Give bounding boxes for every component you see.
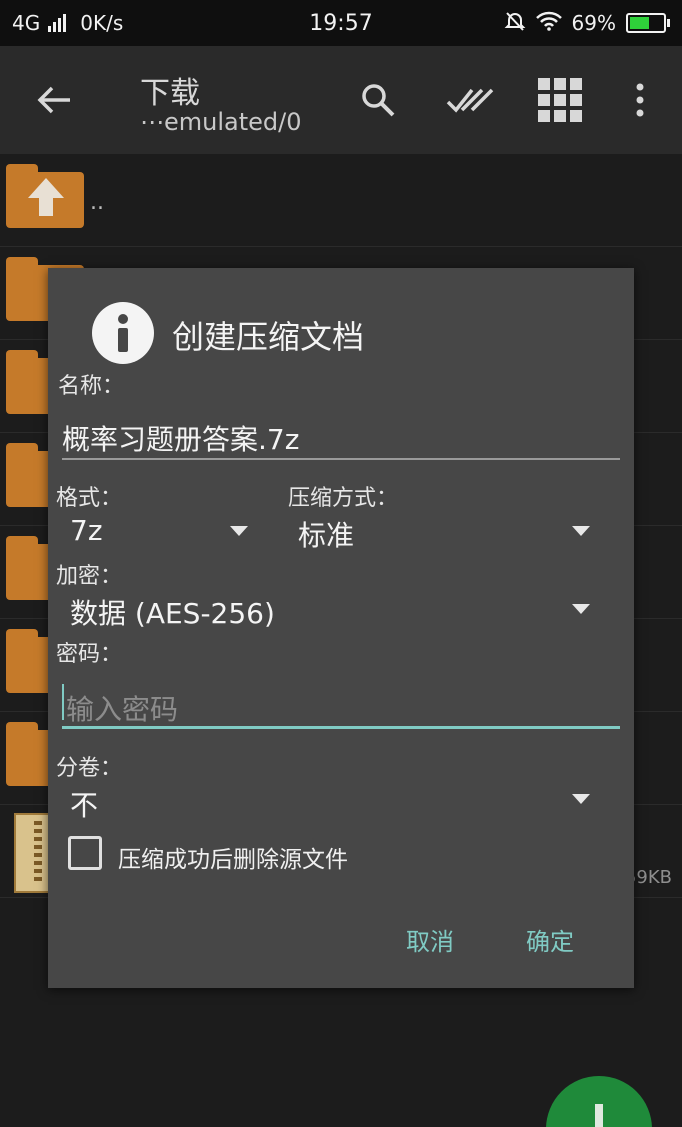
status-right: 69% xyxy=(504,10,682,37)
name-field-underline xyxy=(62,458,620,460)
alarm-off-icon xyxy=(504,10,526,37)
folder-up-icon xyxy=(6,164,84,228)
more-options-icon[interactable] xyxy=(614,74,666,126)
format-dropdown-icon[interactable] xyxy=(230,526,248,536)
search-icon[interactable] xyxy=(352,74,404,126)
method-select[interactable]: 标准 xyxy=(298,514,354,554)
volume-dropdown-icon[interactable] xyxy=(572,794,590,804)
battery-percent: 69% xyxy=(571,11,616,35)
network-speed: 0K/s xyxy=(80,11,124,35)
create-archive-dialog: 创建压缩文档 名称： 概率习题册答案.7z 格式： 压缩方式： 7z 标准 加密… xyxy=(48,268,634,988)
encryption-dropdown-icon[interactable] xyxy=(572,604,590,614)
info-icon xyxy=(92,302,154,364)
name-field[interactable]: 概率习题册答案.7z xyxy=(62,418,299,458)
status-left: 4G 0K/s xyxy=(0,11,123,35)
status-bar: 4G 0K/s 19:57 69% xyxy=(0,0,682,46)
cancel-button[interactable]: 取消 xyxy=(406,922,454,957)
network-type: 4G xyxy=(12,11,41,35)
wifi-icon xyxy=(535,11,562,36)
encryption-label: 加密： xyxy=(56,564,123,589)
format-label: 格式： xyxy=(56,486,123,511)
dialog-title: 创建压缩文档 xyxy=(172,318,365,356)
screen: 4G 0K/s 19:57 69% 下载 ⋯emulated/0 .. 59KB… xyxy=(0,0,682,1127)
method-dropdown-icon[interactable] xyxy=(572,526,590,536)
grid-view-icon[interactable] xyxy=(534,74,586,126)
toolbar-title: 下载 xyxy=(140,76,200,111)
encryption-select[interactable]: 数据 (AES-256) xyxy=(70,592,275,632)
add-fab-button[interactable] xyxy=(546,1076,652,1127)
volume-label: 分卷： xyxy=(56,756,123,781)
password-field-underline xyxy=(62,726,620,729)
name-label: 名称： xyxy=(58,374,125,399)
back-arrow-icon[interactable] xyxy=(28,74,80,126)
signal-icon xyxy=(48,14,67,32)
password-label: 密码： xyxy=(56,642,123,667)
toolbar: 下载 ⋯emulated/0 xyxy=(0,46,682,154)
parent-label: .. xyxy=(90,190,104,215)
battery-icon xyxy=(626,13,670,33)
delete-source-checkbox[interactable] xyxy=(68,836,102,870)
parent-folder-row[interactable]: .. xyxy=(0,154,682,247)
text-cursor xyxy=(62,684,64,720)
password-field[interactable]: 输入密码 xyxy=(66,688,178,728)
delete-source-label: 压缩成功后删除源文件 xyxy=(118,847,348,873)
format-select[interactable]: 7z xyxy=(70,514,103,547)
method-label: 压缩方式： xyxy=(288,486,399,511)
volume-select[interactable]: 不 xyxy=(70,784,98,824)
ok-button[interactable]: 确定 xyxy=(526,922,574,957)
toolbar-path: ⋯emulated/0 xyxy=(140,108,302,136)
select-all-icon[interactable] xyxy=(444,74,496,126)
